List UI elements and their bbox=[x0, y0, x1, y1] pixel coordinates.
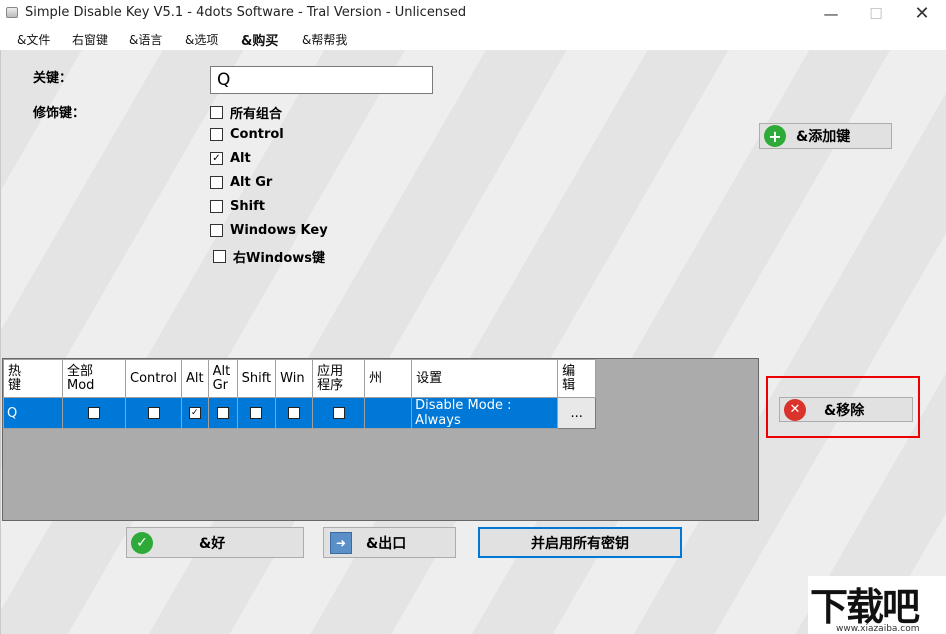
enable-all-label: 并启用所有密钥 bbox=[531, 535, 629, 552]
table-row[interactable]: Q ✓ Disable Mode : Always ... bbox=[3, 397, 597, 429]
cell-alt-gr[interactable] bbox=[207, 397, 238, 429]
checkbox-label: Shift bbox=[230, 199, 265, 214]
exit-door-icon: ➜ bbox=[330, 531, 352, 554]
checkbox-label: Windows Key bbox=[230, 223, 328, 238]
exit-button[interactable]: ➜ &出口 bbox=[323, 527, 456, 558]
hotkey-table: 热键 全部 Mod Control Alt Alt Gr Shift Win 应用程… bbox=[3, 359, 597, 429]
col-edit[interactable]: 编辑 bbox=[557, 359, 597, 398]
key-input[interactable]: Q bbox=[210, 66, 433, 94]
menu-help[interactable]: &帮帮我 bbox=[302, 31, 347, 48]
cell-alt[interactable]: ✓ bbox=[181, 397, 209, 429]
checkbox[interactable] bbox=[210, 106, 223, 119]
menu-buy[interactable]: &购买 bbox=[241, 30, 278, 49]
table-header-row: 热键 全部 Mod Control Alt Alt Gr Shift Win 应用程… bbox=[3, 359, 597, 398]
col-win[interactable]: Win bbox=[275, 359, 314, 398]
minimize-button[interactable]: — bbox=[808, 0, 854, 27]
checkbox-label: Alt Gr bbox=[230, 175, 273, 190]
modifier-alt[interactable]: ✓ Alt bbox=[210, 151, 251, 166]
cell-app[interactable] bbox=[312, 397, 366, 429]
plus-icon: + bbox=[764, 125, 786, 147]
checkbox[interactable] bbox=[288, 407, 301, 419]
ok-label: &好 bbox=[199, 535, 226, 552]
window-title: Simple Disable Key V5.1 - 4dots Software… bbox=[25, 5, 467, 20]
cell-settings[interactable]: Disable Mode : Always bbox=[411, 397, 559, 429]
app-icon bbox=[6, 7, 18, 18]
add-key-label: &添加键 bbox=[796, 129, 851, 145]
modifier-right-windows-key[interactable]: 右Windows键 bbox=[213, 247, 325, 266]
checkbox-label: Control bbox=[230, 127, 284, 142]
menu-bar: &文件 右窗键 &语言 &选项 &购买 &帮帮我 bbox=[0, 27, 565, 50]
cell-win[interactable] bbox=[275, 397, 314, 429]
checkbox[interactable] bbox=[210, 224, 223, 237]
menu-options[interactable]: &选项 bbox=[185, 31, 218, 48]
col-settings[interactable]: 设置 bbox=[411, 359, 559, 398]
menu-file[interactable]: &文件 bbox=[17, 31, 50, 48]
menu-right-window-key[interactable]: 右窗键 bbox=[72, 31, 108, 48]
col-shift[interactable]: Shift bbox=[236, 359, 277, 398]
col-app[interactable]: 应用 程序 bbox=[312, 359, 366, 398]
checkbox[interactable] bbox=[216, 407, 229, 419]
col-control[interactable]: Control bbox=[125, 359, 182, 398]
watermark-logo: 下载吧 bbox=[810, 585, 920, 629]
maximize-button[interactable]: ☐ bbox=[853, 0, 899, 27]
checkbox[interactable] bbox=[250, 407, 263, 419]
checkmark-icon: ✓ bbox=[131, 531, 153, 554]
checkbox-label: 右Windows键 bbox=[233, 251, 326, 266]
checkbox-checked[interactable]: ✓ bbox=[210, 152, 223, 165]
col-hotkey[interactable]: 热键 bbox=[3, 359, 63, 398]
col-alt[interactable]: Alt bbox=[181, 359, 209, 398]
edit-button[interactable]: ... bbox=[557, 397, 597, 429]
key-label: 关键： bbox=[33, 71, 73, 86]
remove-icon: ✕ bbox=[784, 398, 806, 421]
modifier-shift[interactable]: Shift bbox=[210, 199, 265, 214]
title-bar: Simple Disable Key V5.1 - 4dots Software… bbox=[0, 0, 946, 27]
exit-label: &出口 bbox=[366, 535, 407, 552]
remove-label: &移除 bbox=[824, 402, 865, 419]
watermark-url: www.xiazaiba.com bbox=[836, 624, 920, 634]
enable-all-keys-button[interactable]: 并启用所有密钥 bbox=[478, 527, 682, 558]
checkbox[interactable] bbox=[213, 250, 226, 263]
modifier-control[interactable]: Control bbox=[210, 127, 284, 142]
checkbox-checked[interactable]: ✓ bbox=[188, 407, 201, 419]
checkbox[interactable] bbox=[147, 407, 160, 419]
hotkey-grid: 热键 全部 Mod Control Alt Alt Gr Shift Win 应用程… bbox=[2, 358, 759, 521]
checkbox[interactable] bbox=[210, 128, 223, 141]
modifier-alt-gr[interactable]: Alt Gr bbox=[210, 175, 272, 190]
add-key-button[interactable]: + &添加键 bbox=[759, 123, 892, 149]
cell-control[interactable] bbox=[125, 397, 182, 429]
col-state[interactable]: 州 bbox=[364, 359, 413, 398]
checkbox[interactable] bbox=[332, 407, 345, 419]
modifier-windows-key[interactable]: Windows Key bbox=[210, 223, 328, 238]
checkbox-label: 所有组合 bbox=[230, 107, 283, 122]
checkbox[interactable] bbox=[210, 200, 223, 213]
menu-language[interactable]: &语言 bbox=[129, 31, 162, 48]
cell-shift[interactable] bbox=[236, 397, 277, 429]
remove-button[interactable]: ✕ &移除 bbox=[779, 397, 913, 422]
close-button[interactable]: ✕ bbox=[899, 0, 945, 27]
cell-state[interactable] bbox=[364, 397, 413, 429]
ok-button[interactable]: ✓ &好 bbox=[126, 527, 304, 558]
col-alt-gr[interactable]: Alt Gr bbox=[207, 359, 238, 398]
modifier-label: 修饰键： bbox=[33, 106, 86, 121]
modifier-all-combinations[interactable]: 所有组合 bbox=[210, 103, 282, 122]
col-all-mod[interactable]: 全部 Mod bbox=[62, 359, 126, 398]
checkbox[interactable] bbox=[88, 407, 100, 419]
cell-key[interactable]: Q bbox=[3, 397, 63, 429]
checkbox-label: Alt bbox=[230, 151, 251, 166]
cell-all-mod[interactable] bbox=[62, 397, 126, 429]
checkbox[interactable] bbox=[210, 176, 223, 189]
